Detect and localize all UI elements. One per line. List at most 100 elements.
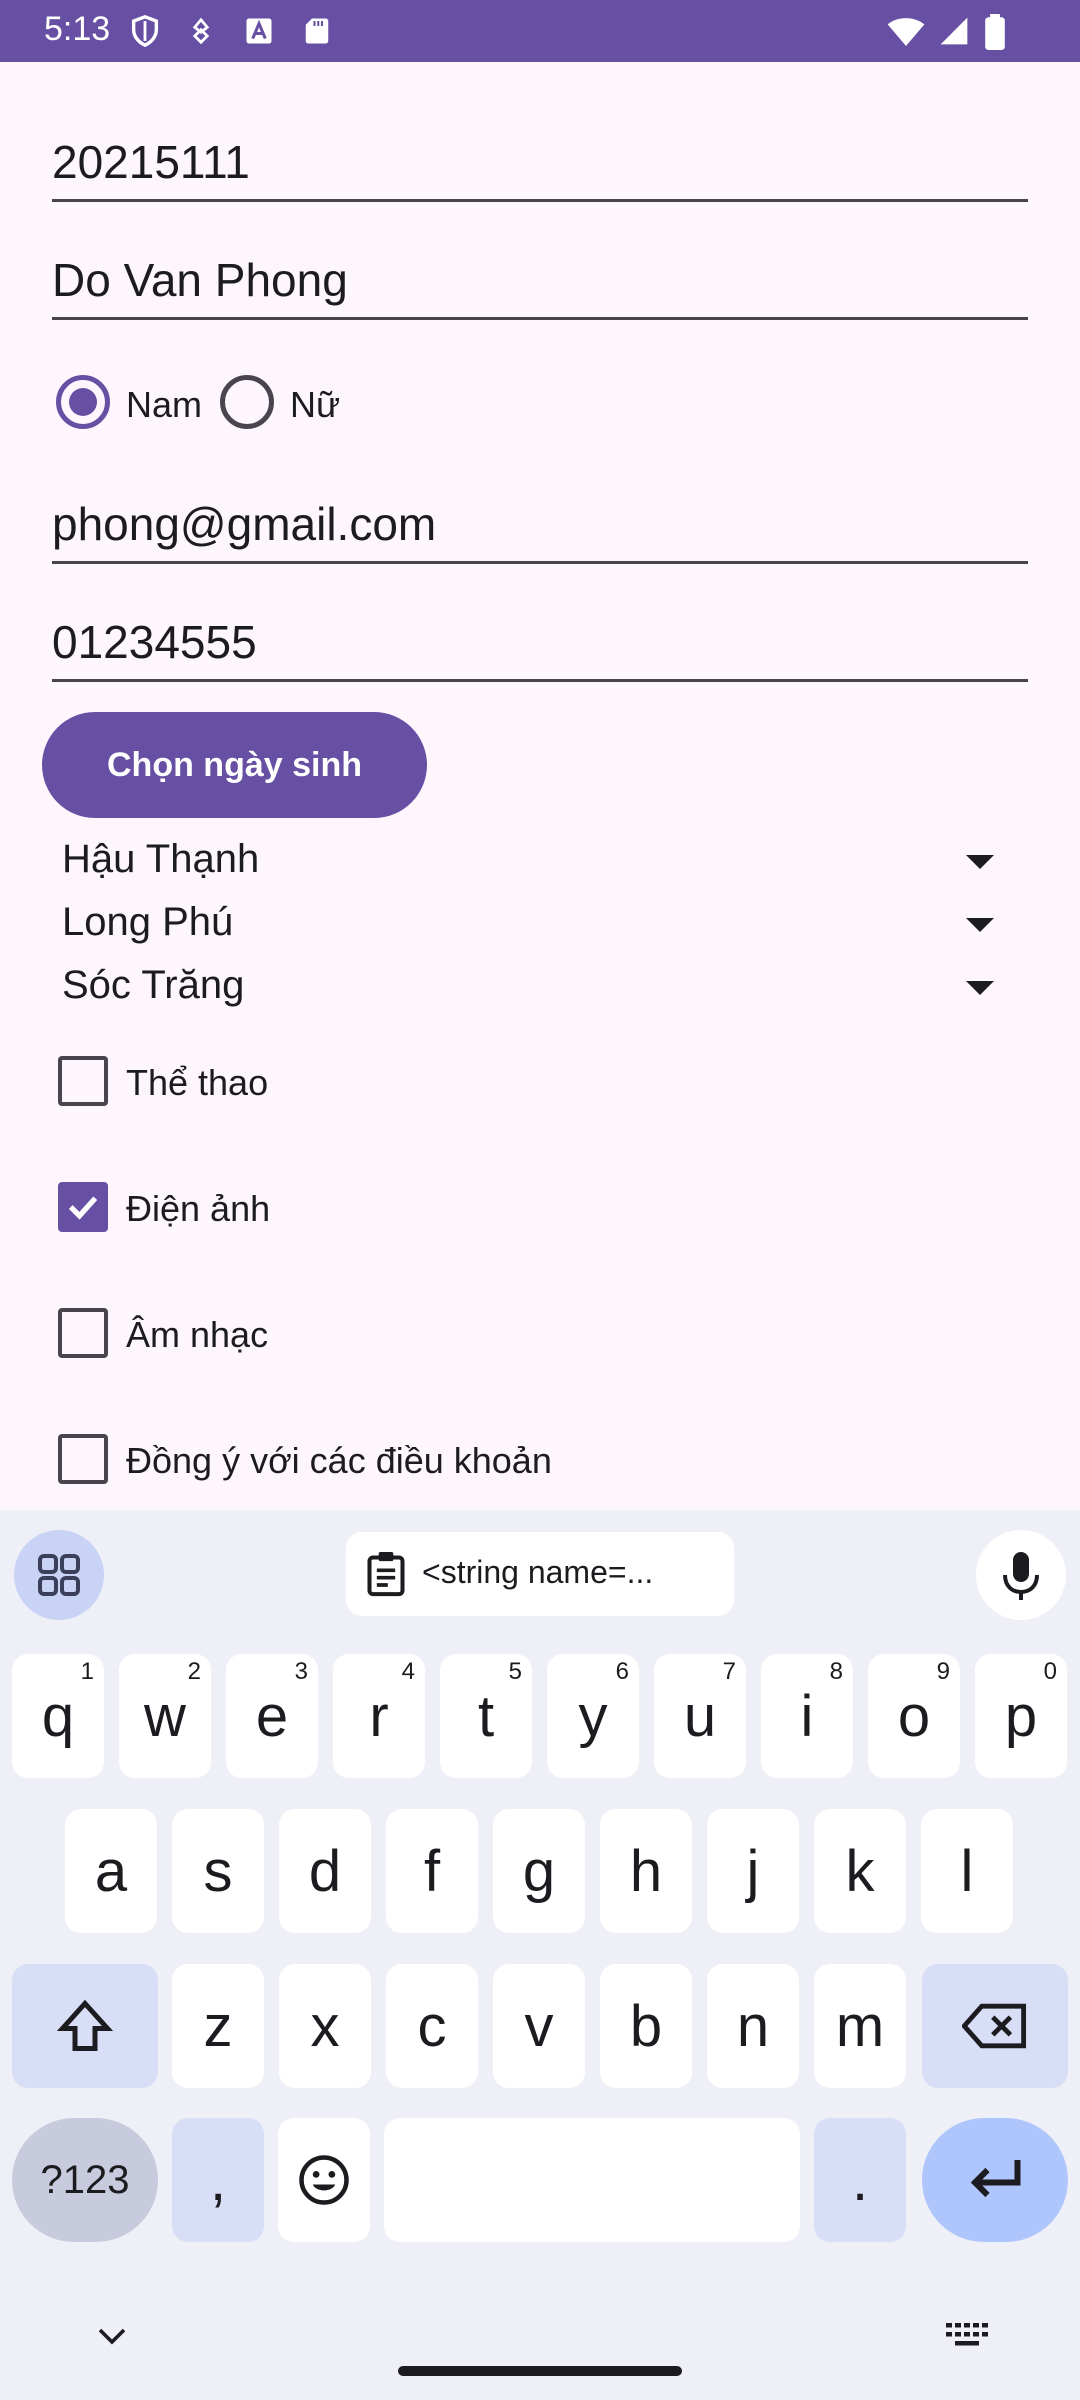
commune-value: Hậu Thạnh: [62, 837, 260, 881]
key-u[interactable]: u7: [654, 1654, 746, 1778]
gender-label-male: Nam: [126, 384, 203, 425]
status-time: 5:13: [44, 10, 111, 48]
clipboard-suggestion-chip[interactable]: <string name=...: [346, 1532, 734, 1616]
key-x[interactable]: x: [279, 1964, 371, 2088]
hide-keyboard-chevron-icon[interactable]: [94, 2324, 130, 2348]
key-c[interactable]: c: [386, 1964, 478, 2088]
key-h[interactable]: h: [600, 1809, 692, 1933]
key-label-e: e: [255, 1683, 289, 1749]
key-m[interactable]: m: [814, 1964, 906, 2088]
key-hint-3: 3: [294, 1658, 308, 1685]
symbols-key[interactable]: ?123: [12, 2118, 158, 2242]
key-a[interactable]: a: [65, 1809, 157, 1933]
choose-birthdate-button[interactable]: Chọn ngày sinh: [42, 712, 427, 818]
gender-label-female: Nữ: [290, 384, 341, 425]
key-hint-2: 2: [187, 1658, 201, 1685]
enter-icon: [970, 2160, 1021, 2198]
keyboard-apps-button[interactable]: [14, 1530, 104, 1620]
key-i[interactable]: i8: [761, 1654, 853, 1778]
agree-terms-label: Đồng ý với các điều khoản: [126, 1440, 552, 1481]
phone-value: 01234555: [52, 616, 257, 668]
hobby-music-label: Âm nhạc: [126, 1314, 269, 1355]
sd-card-icon: [305, 18, 329, 44]
key-s[interactable]: s: [172, 1809, 264, 1933]
district-spinner[interactable]: Long Phú: [62, 896, 1022, 954]
key-hint-1: 1: [80, 1658, 94, 1685]
student-id-value: 20215111: [52, 136, 250, 188]
key-l[interactable]: l: [921, 1809, 1013, 1933]
backspace-icon: [962, 2003, 1027, 2049]
emoji-icon: [299, 2155, 349, 2205]
agree-terms-checkbox[interactable]: [58, 1434, 108, 1484]
key-n[interactable]: n: [707, 1964, 799, 2088]
key-hint-8: 8: [829, 1658, 843, 1685]
clipboard-icon: [367, 1552, 405, 1597]
home-gesture-pill[interactable]: [398, 2366, 682, 2376]
key-k[interactable]: k: [814, 1809, 906, 1933]
key-w[interactable]: w2: [119, 1654, 211, 1778]
key-hint-6: 6: [615, 1658, 629, 1685]
comma-key[interactable]: ,: [172, 2118, 264, 2242]
key-hint-5: 5: [508, 1658, 522, 1685]
data-saver-icon: [192, 17, 210, 45]
hobby-music-checkbox[interactable]: [58, 1308, 108, 1358]
key-g[interactable]: g: [493, 1809, 585, 1933]
key-r[interactable]: r4: [333, 1654, 425, 1778]
key-j[interactable]: j: [707, 1809, 799, 1933]
key-hint-7: 7: [722, 1658, 736, 1685]
key-label-r: r: [369, 1683, 389, 1749]
key-q[interactable]: q1: [12, 1654, 104, 1778]
voice-input-button[interactable]: [976, 1530, 1066, 1620]
microphone-icon: [1003, 1552, 1039, 1600]
shift-icon: [56, 1999, 114, 2051]
province-spinner[interactable]: Sóc Trăng: [62, 959, 1022, 1017]
full-name-value: Do Van Phong: [52, 254, 348, 306]
email-field[interactable]: phong@gmail.com: [52, 472, 1028, 564]
district-value: Long Phú: [62, 900, 234, 944]
key-hint-0: 0: [1043, 1658, 1057, 1685]
key-label-i: i: [800, 1683, 814, 1749]
key-label-p: p: [1004, 1683, 1038, 1749]
key-label-y: y: [578, 1683, 608, 1749]
gender-radio-female[interactable]: [220, 375, 274, 429]
dropdown-arrow-icon: [966, 918, 994, 932]
keyboard-suggestion-strip: <string name=...: [0, 1510, 1080, 1630]
key-hint-9: 9: [936, 1658, 950, 1685]
key-e[interactable]: e3: [226, 1654, 318, 1778]
shift-key[interactable]: [12, 1964, 158, 2088]
navigation-bar: [0, 2270, 1080, 2400]
enter-key[interactable]: [922, 2118, 1068, 2242]
key-o[interactable]: o9: [868, 1654, 960, 1778]
student-id-field[interactable]: 20215111: [52, 110, 1028, 202]
key-z[interactable]: z: [172, 1964, 264, 2088]
hobby-movies-label: Điện ảnh: [126, 1188, 271, 1229]
key-label-w: w: [144, 1683, 186, 1749]
hobby-sports-checkbox[interactable]: [58, 1056, 108, 1106]
key-b[interactable]: b: [600, 1964, 692, 2088]
key-d[interactable]: d: [279, 1809, 371, 1933]
key-v[interactable]: v: [493, 1964, 585, 2088]
keyboard-switch-icon[interactable]: [944, 2320, 990, 2350]
wifi-icon: [887, 18, 925, 46]
space-key[interactable]: [384, 2118, 800, 2242]
key-p[interactable]: p0: [975, 1654, 1067, 1778]
period-key[interactable]: .: [814, 2118, 906, 2242]
soft-keyboard: <string name=... q1w2e3r4t5y6u7i8o9p0 as…: [0, 1510, 1080, 2400]
text-a-icon: [246, 18, 272, 44]
gender-radio-male[interactable]: [56, 375, 110, 429]
battery-icon: [985, 14, 1005, 50]
key-label-u: u: [683, 1683, 717, 1749]
backspace-key[interactable]: [922, 1964, 1068, 2088]
commune-spinner[interactable]: Hậu Thạnh: [62, 833, 1022, 891]
key-y[interactable]: y6: [547, 1654, 639, 1778]
key-f[interactable]: f: [386, 1809, 478, 1933]
key-t[interactable]: t5: [440, 1654, 532, 1778]
emoji-key[interactable]: [278, 2118, 370, 2242]
hobby-movies-checkbox[interactable]: [58, 1182, 108, 1232]
phone-field[interactable]: 01234555: [52, 590, 1028, 682]
province-value: Sóc Trăng: [62, 963, 245, 1007]
full-name-field[interactable]: Do Van Phong: [52, 228, 1028, 320]
hobby-sports-label: Thể thao: [126, 1062, 269, 1103]
shield-icon: [131, 15, 159, 48]
key-label-t: t: [477, 1683, 495, 1749]
